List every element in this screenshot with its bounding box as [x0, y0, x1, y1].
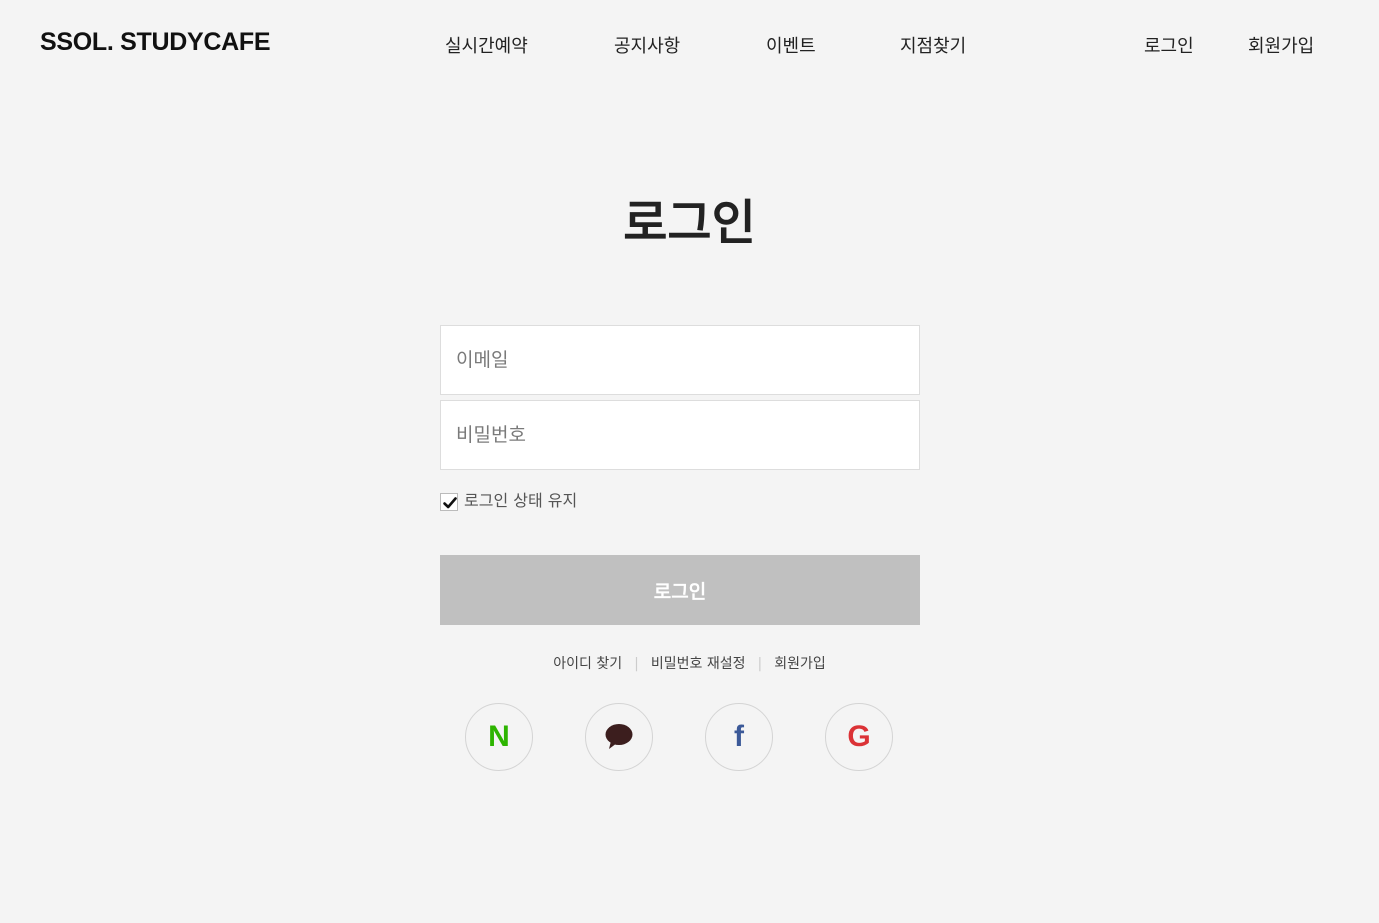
facebook-icon: f [734, 720, 744, 753]
nav-item-reservation[interactable]: 실시간예약 [445, 32, 528, 58]
nav-item-event[interactable]: 이벤트 [766, 32, 816, 58]
keep-login-checkbox[interactable] [440, 492, 458, 511]
google-icon: G [847, 720, 871, 753]
nav-item-notice[interactable]: 공지사항 [614, 32, 680, 58]
email-input[interactable] [440, 325, 920, 395]
keep-login-option[interactable]: 로그인 상태 유지 [440, 487, 577, 511]
naver-login-button[interactable]: N [465, 703, 533, 771]
keep-login-label: 로그인 상태 유지 [464, 491, 578, 510]
header-signup-link[interactable]: 회원가입 [1248, 32, 1314, 58]
kakao-login-button[interactable] [585, 703, 653, 771]
find-id-link[interactable]: 아이디 찾기 [553, 656, 622, 672]
naver-icon: N [488, 720, 510, 753]
account-links: 아이디 찾기 | 비밀번호 재설정 | 회원가입 [0, 653, 1379, 673]
link-divider: | [634, 656, 639, 672]
login-button[interactable]: 로그인 [440, 555, 920, 625]
site-logo[interactable]: SSOL. STUDYCAFE [40, 28, 271, 57]
link-divider: | [757, 656, 763, 672]
facebook-login-button[interactable]: f [705, 703, 773, 771]
reset-password-link[interactable]: 비밀번호 재설정 [651, 656, 746, 672]
signup-link[interactable]: 회원가입 [774, 656, 826, 672]
password-input[interactable] [440, 400, 920, 470]
nav-item-find-branch[interactable]: 지점찾기 [900, 32, 966, 58]
checkmark-icon [443, 496, 457, 508]
google-login-button[interactable]: G [825, 703, 893, 771]
header-login-link[interactable]: 로그인 [1144, 32, 1194, 58]
kakao-icon [605, 724, 633, 749]
page-title: 로그인 [623, 195, 756, 251]
